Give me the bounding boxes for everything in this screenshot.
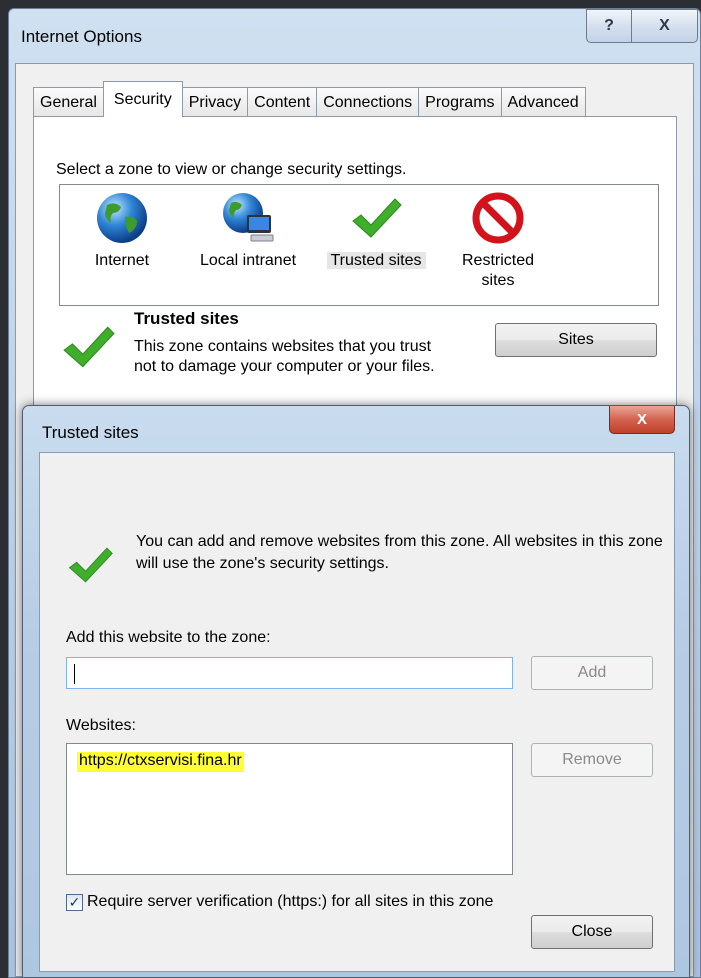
require-https-checkbox[interactable]: ✓ [66, 893, 83, 911]
zone-local-intranet[interactable]: Local intranet [188, 191, 308, 271]
tab-connections[interactable]: Connections [316, 87, 420, 117]
tab-privacy[interactable]: Privacy [181, 87, 249, 117]
zone-restricted-sites[interactable]: Restricted sites [448, 191, 548, 291]
zone-label: Internet [94, 252, 150, 269]
tab-programs[interactable]: Programs [418, 87, 502, 117]
zone-description: This zone contains websites that you tru… [134, 338, 435, 375]
help-button[interactable]: ? [586, 9, 632, 43]
add-website-label: Add this website to the zone: [66, 629, 271, 646]
add-button[interactable]: Add [531, 656, 653, 690]
close-dialog-button[interactable]: X [609, 406, 675, 434]
require-https-label: Require server verification (https:) for… [87, 893, 494, 910]
close-button[interactable]: Close [531, 915, 653, 949]
red-no-icon [472, 192, 524, 244]
zone-label: Local intranet [199, 252, 297, 269]
tab-security[interactable]: Security [102, 81, 183, 117]
tab-general[interactable]: General [33, 87, 104, 117]
sites-button[interactable]: Sites [495, 323, 657, 357]
info-message: You can add and remove websites from thi… [136, 533, 663, 572]
add-website-input[interactable] [66, 657, 513, 689]
websites-label: Websites: [66, 717, 136, 734]
title-bar[interactable]: Internet Options ? X [9, 9, 700, 57]
require-https-row[interactable]: ✓ Require server verification (https:) f… [66, 893, 493, 911]
close-window-button[interactable]: X [632, 9, 698, 43]
zone-prompt: Select a zone to view or change security… [56, 161, 407, 178]
list-item[interactable]: https://ctxservisi.fina.hr [77, 752, 244, 772]
trusted-sites-client: You can add and remove websites from thi… [39, 452, 675, 972]
green-check-icon [352, 198, 402, 238]
text-caret [74, 664, 75, 684]
zone-internet[interactable]: Internet [82, 191, 162, 271]
remove-button[interactable]: Remove [531, 743, 653, 777]
globe-computer-icon [223, 193, 274, 242]
window-title: Internet Options [21, 27, 142, 46]
websites-list[interactable]: https://ctxservisi.fina.hr [66, 743, 513, 875]
tab-advanced[interactable]: Advanced [500, 87, 586, 117]
green-check-icon [68, 547, 113, 583]
tab-content[interactable]: Content [247, 87, 318, 117]
zone-trusted-sites[interactable]: Trusted sites [320, 191, 432, 271]
globe-icon [97, 193, 147, 243]
zone-title: Trusted sites [134, 309, 239, 328]
zone-label: Restricted sites [461, 252, 535, 289]
zone-list: Internet Local intranet Trusted sites Re… [59, 184, 659, 306]
zone-label: Trusted sites [326, 252, 426, 269]
green-check-icon [63, 326, 115, 368]
dialog-title: Trusted sites [42, 423, 139, 442]
tab-strip: General Security Privacy Content Connect… [33, 81, 586, 117]
trusted-sites-dialog: Trusted sites X You can add and remove w… [22, 405, 690, 978]
